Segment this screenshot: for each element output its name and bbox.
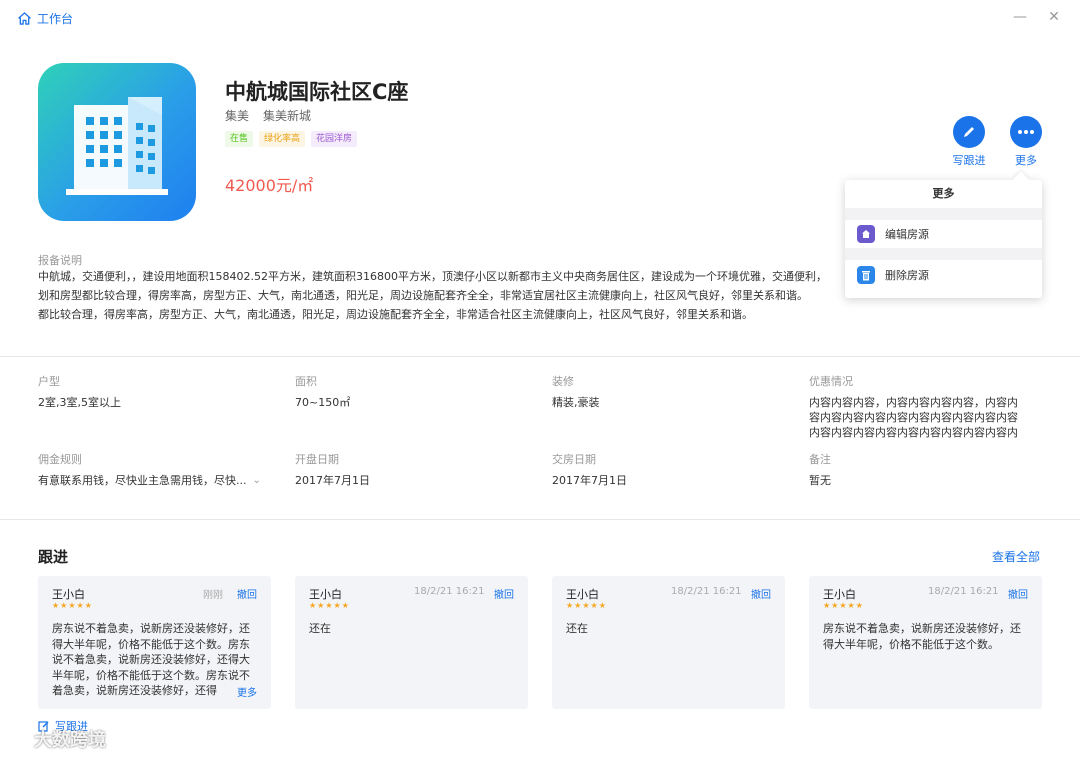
card-time: 18/2/21 16:21 bbox=[928, 586, 999, 597]
watermark-logo-icon bbox=[10, 730, 28, 748]
info-value: 暂无 bbox=[809, 474, 831, 487]
info-value: 70~150㎡ bbox=[295, 396, 351, 409]
discount-line: 内容内容内容，内容内容内容内容，内容内 bbox=[809, 396, 1018, 409]
more-button[interactable]: 更多 bbox=[1006, 116, 1046, 168]
district-label: 集美 bbox=[225, 109, 250, 123]
write-follow-label: 写跟进 bbox=[952, 154, 986, 167]
followup-card: 王小白 18/2/21 16:21 撤回 ★★★★★ 还在 bbox=[295, 576, 528, 709]
rating-stars: ★★★★★ bbox=[52, 601, 93, 610]
tag-green-rate: 绿化率高 bbox=[259, 131, 306, 147]
menu-separator bbox=[845, 248, 1042, 260]
property-tags: 在售 绿化率高 花园洋房 bbox=[225, 131, 358, 147]
discount-line: 容内容内容内容内容内容内容内容内容内容 bbox=[809, 411, 1018, 424]
home-icon bbox=[857, 225, 875, 243]
rating-stars: ★★★★★ bbox=[309, 601, 350, 610]
info-value: 2017年7月1日 bbox=[552, 474, 627, 487]
description-line: 都比较合理，得房率高，房型方正、大气，南北通透，阳光足，周边设施配套齐全全，非常… bbox=[38, 308, 753, 321]
more-label: 更多 bbox=[1015, 154, 1037, 167]
home-label: 工作台 bbox=[37, 12, 74, 26]
description-label: 报备说明 bbox=[38, 254, 82, 267]
card-body: 还在 bbox=[309, 622, 331, 635]
info-remark: 备注 暂无 bbox=[809, 451, 1039, 488]
info-label: 备注 bbox=[809, 453, 831, 466]
close-button[interactable]: ✕ bbox=[1046, 9, 1062, 25]
info-open-date: 开盘日期 2017年7月1日 bbox=[295, 451, 525, 488]
discount-line: 内容内容内容内容内容内容内容内容内容内 bbox=[809, 426, 1018, 439]
section-divider bbox=[0, 356, 1080, 357]
info-label: 开盘日期 bbox=[295, 453, 339, 466]
card-time: 18/2/21 16:21 bbox=[414, 586, 485, 597]
card-author: 王小白 bbox=[566, 588, 599, 601]
revoke-button[interactable]: 撤回 bbox=[751, 586, 771, 601]
info-value: 精装,豪装 bbox=[552, 396, 600, 409]
property-price: 42000元/㎡ bbox=[225, 176, 314, 195]
home-icon bbox=[18, 12, 31, 25]
info-delivery-date: 交房日期 2017年7月1日 bbox=[552, 451, 782, 488]
info-label: 装修 bbox=[552, 375, 574, 388]
revoke-button[interactable]: 撤回 bbox=[1008, 586, 1028, 601]
property-title: 中航城国际社区C座 bbox=[225, 80, 409, 104]
property-location: 集美 集美新城 bbox=[225, 107, 311, 124]
menu-item-label: 编辑房源 bbox=[885, 228, 929, 241]
rating-stars: ★★★★★ bbox=[566, 601, 607, 610]
info-label: 佣金规则 bbox=[38, 453, 82, 466]
watermark: 大数跨境 bbox=[8, 726, 106, 752]
menu-item-delete-property[interactable]: 删除房源 bbox=[845, 261, 1042, 289]
title-bar: 工作台 — ✕ bbox=[0, 0, 1080, 34]
info-decoration: 装修 精装,豪装 bbox=[552, 373, 782, 410]
info-value-row: 有意联系用钱，尽快业主急需用钱，尽快... ⌄ bbox=[38, 473, 278, 488]
card-body: 房东说不着急卖，说新房还没装修好，还得大半年呢，价格不能低于这个数。 bbox=[823, 622, 1021, 651]
home-workbench-link[interactable]: 工作台 bbox=[18, 10, 73, 27]
building-icon bbox=[38, 63, 196, 221]
info-value: 内容内容内容，内容内容内容内容，内容内 容内容内容内容内容内容内容内容内容内容 … bbox=[809, 395, 1049, 440]
rating-stars: ★★★★★ bbox=[823, 601, 864, 610]
commission-value: 有意联系用钱，尽快业主急需用钱，尽快... bbox=[38, 474, 247, 487]
more-menu-popover: 更多 编辑房源 删除房源 bbox=[845, 171, 1042, 298]
info-discount: 优惠情况 内容内容内容，内容内容内容内容，内容内 容内容内容内容内容内容内容内容… bbox=[809, 373, 1049, 440]
revoke-button[interactable]: 撤回 bbox=[237, 586, 257, 601]
trash-icon bbox=[857, 266, 875, 284]
card-body: 还在 bbox=[566, 622, 588, 635]
tag-garden-house: 花园洋房 bbox=[311, 131, 358, 147]
followup-card: 王小白 18/2/21 16:21 撤回 ★★★★★ 还在 bbox=[552, 576, 785, 709]
write-follow-button[interactable]: 写跟进 bbox=[949, 116, 989, 168]
info-label: 面积 bbox=[295, 375, 317, 388]
section-divider bbox=[0, 519, 1080, 520]
chevron-down-icon: ⌄ bbox=[252, 475, 261, 486]
menu-item-label: 删除房源 bbox=[885, 269, 929, 282]
followup-title: 跟进 bbox=[38, 548, 69, 566]
card-author: 王小白 bbox=[52, 588, 85, 601]
card-body: 房东说不着急卖，说新房还没装修好，还得大半年呢，价格不能低于这个数。房东说不着急… bbox=[52, 622, 250, 697]
followup-card: 王小白 刚刚 撤回 ★★★★★ 房东说不着急卖，说新房还没装修好，还得大半年呢，… bbox=[38, 576, 271, 709]
card-author: 王小白 bbox=[309, 588, 342, 601]
see-all-link[interactable]: 查看全部 bbox=[992, 548, 1040, 565]
pencil-icon bbox=[953, 116, 985, 148]
minimize-button[interactable]: — bbox=[1012, 9, 1028, 25]
info-label: 优惠情况 bbox=[809, 375, 853, 388]
card-time: 刚刚 bbox=[203, 590, 223, 601]
info-value: 2017年7月1日 bbox=[295, 474, 370, 487]
ellipsis-icon bbox=[1010, 116, 1042, 148]
more-menu-title: 更多 bbox=[932, 187, 955, 200]
info-area: 面积 70~150㎡ bbox=[295, 373, 525, 410]
info-layout: 户型 2室,3室,5室以上 bbox=[38, 373, 268, 410]
info-value: 2室,3室,5室以上 bbox=[38, 396, 121, 409]
card-more-link[interactable]: 更多 bbox=[233, 684, 257, 699]
tag-on-sale: 在售 bbox=[225, 131, 254, 147]
revoke-button[interactable]: 撤回 bbox=[494, 586, 514, 601]
info-label: 交房日期 bbox=[552, 453, 596, 466]
info-label: 户型 bbox=[38, 375, 60, 388]
card-time: 18/2/21 16:21 bbox=[671, 586, 742, 597]
info-commission[interactable]: 佣金规则 有意联系用钱，尽快业主急需用钱，尽快... ⌄ bbox=[38, 451, 278, 488]
menu-separator bbox=[845, 208, 1042, 220]
followup-card: 王小白 18/2/21 16:21 撤回 ★★★★★ 房东说不着急卖，说新房还没… bbox=[809, 576, 1042, 709]
watermark-text: 大数跨境 bbox=[34, 730, 106, 751]
card-author: 王小白 bbox=[823, 588, 856, 601]
menu-item-edit-property[interactable]: 编辑房源 bbox=[845, 220, 1042, 248]
area-label: 集美新城 bbox=[263, 109, 312, 123]
